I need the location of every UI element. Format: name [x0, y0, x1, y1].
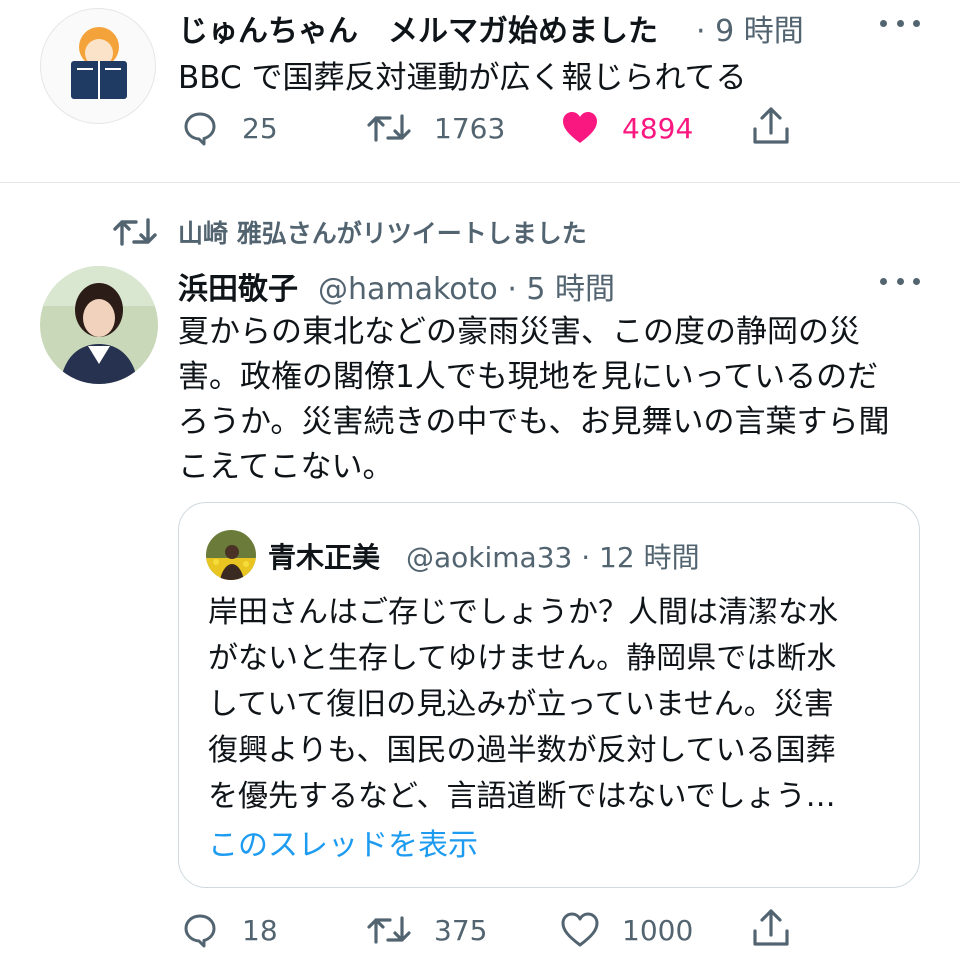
reply-count: 25: [242, 111, 278, 145]
reply-icon: [180, 108, 220, 148]
retweet-count: 375: [434, 913, 488, 947]
show-thread-link[interactable]: このスレッドを表示: [208, 820, 478, 864]
quoted-text-line: 復興よりも、国民の過半数が反対している国葬: [208, 733, 836, 768]
quoted-text-line: 岸田さんはご存じでしょうか？人間は清潔な水: [208, 595, 838, 630]
reply-icon: [180, 910, 220, 950]
reply-count: 18: [242, 913, 278, 947]
like-button[interactable]: 1000: [560, 910, 693, 950]
retweet-count: 1763: [434, 111, 506, 145]
reply-button[interactable]: 25: [180, 108, 278, 148]
flower-photo-icon: [206, 530, 256, 580]
tweet-time[interactable]: · 9 時間: [696, 6, 804, 50]
quoted-author-handle: @aokima33 · 12 時間: [406, 541, 700, 574]
like-count: 1000: [622, 913, 694, 947]
avatar[interactable]: [40, 8, 156, 124]
quoted-text-line: がないと生存してゆけません。静岡県では断水: [208, 641, 837, 676]
more-dots-icon[interactable]: [880, 266, 920, 296]
retweet-icon: [366, 108, 412, 148]
tweet-text-line: 夏からの東北などの豪雨災害、この度の静岡の災: [178, 314, 860, 350]
tweet-text-line: 害。政権の閣僚1人でも現地を見にいっているのだ: [178, 359, 879, 395]
person-photo-icon: [40, 266, 158, 384]
tweet-text: 夏からの東北などの豪雨災害、この度の静岡の災 害。政権の閣僚1人でも現地を見にい…: [178, 310, 923, 490]
like-button[interactable]: 4894: [560, 108, 693, 148]
quoted-text-line: を優先するなど、言語道断ではないでしょう…: [208, 779, 836, 814]
retweet-button[interactable]: 375: [366, 910, 487, 950]
retweet-button[interactable]: 1763: [366, 108, 505, 148]
like-count: 4894: [622, 111, 694, 145]
quoted-author-name: 青木正美: [268, 541, 381, 574]
heart-outline-icon: [560, 910, 600, 950]
author-handle[interactable]: @hamakoto · 5 時間: [318, 264, 615, 308]
quoted-tweet-text: 岸田さんはご存じでしょうか？人間は清潔な水 がないと生存してゆけません。静岡県で…: [208, 590, 898, 820]
share-button[interactable]: [750, 908, 792, 948]
heart-filled-icon: [560, 108, 600, 148]
tweet-text: BBC で国葬反対運動が広く報じられてる: [178, 60, 747, 96]
quoted-avatar[interactable]: [206, 530, 256, 580]
reading-person-avatar-icon: [71, 27, 127, 99]
author-name[interactable]: 浜田敬子: [178, 264, 298, 308]
retweet-context[interactable]: 山崎 雅弘さんがリツイートしました: [112, 212, 587, 252]
author-name[interactable]: じゅんちゃん メルマガ始めました: [178, 6, 658, 50]
tweet-text-line: ろうか。災害続きの中でも、お見舞いの言葉すら聞: [178, 404, 890, 440]
retweet-context-label: 山崎 雅弘さんがリツイートしました: [178, 219, 587, 248]
reply-button[interactable]: 18: [180, 910, 278, 950]
divider: [0, 182, 960, 183]
avatar[interactable]: [40, 266, 158, 384]
retweet-icon: [366, 910, 412, 950]
more-dots-icon[interactable]: [880, 8, 920, 38]
tweet-text-line: こえてこない。: [178, 449, 394, 485]
retweet-icon: [112, 212, 158, 252]
share-icon: [750, 907, 792, 949]
share-button[interactable]: [750, 106, 792, 146]
quoted-text-line: していて復旧の見込みが立っていません。災害: [208, 687, 834, 722]
share-icon: [750, 105, 792, 147]
